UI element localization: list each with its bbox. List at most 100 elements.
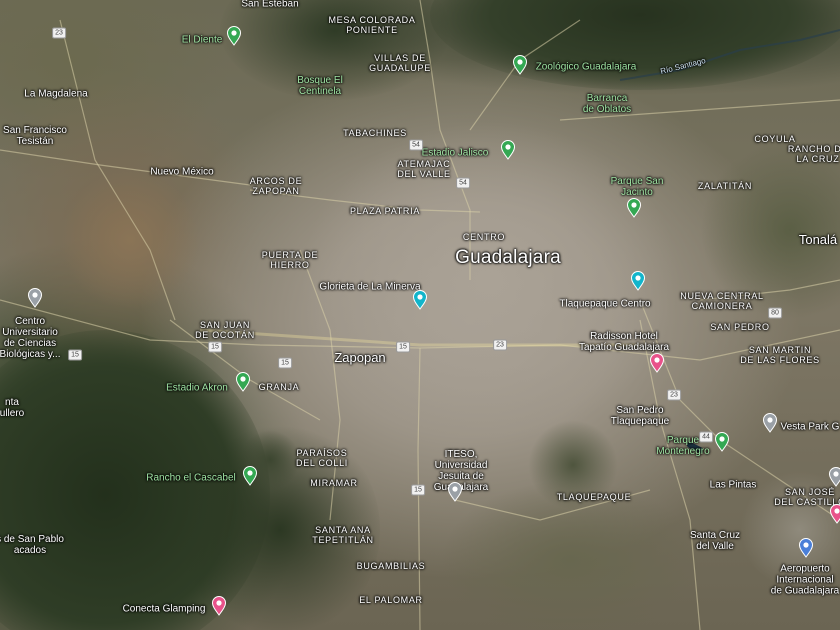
- label-line: SAN PEDRO: [710, 322, 770, 332]
- label-line: ITESO,: [444, 449, 478, 460]
- bed-icon[interactable]: [829, 504, 840, 524]
- school-icon[interactable]: [447, 482, 463, 502]
- label-centro-universitario[interactable]: Centro Universitario de Ciencias Biológicas…: [0, 316, 60, 360]
- label-line: DEL VALLE: [397, 169, 451, 179]
- label-santa-lucia[interactable]: nta ullero: [0, 397, 24, 419]
- label-estadio-jalisco[interactable]: Estadio Jalisco: [422, 148, 489, 159]
- road-number-badge: 15: [411, 484, 425, 496]
- label-line: Internacional: [776, 574, 834, 586]
- tree-icon[interactable]: [242, 466, 258, 486]
- paw-icon[interactable]: [512, 55, 528, 75]
- label-line: Estadio Akron: [166, 382, 228, 394]
- label-san-francisco-tesistan[interactable]: San Francisco Tesistán: [3, 125, 67, 147]
- label-san-pablo[interactable]: s de San Pablo acados: [0, 534, 64, 556]
- label-line: Zapopan: [334, 350, 386, 365]
- tree-icon[interactable]: [626, 198, 642, 218]
- road-number-badge: 44: [699, 431, 713, 443]
- label-line: ZALATITÁN: [697, 181, 753, 191]
- label-line: Jacinto: [621, 187, 653, 198]
- label-villas-guadalupe: VILLAS DE GUADALUPE: [369, 53, 431, 73]
- label-radisson[interactable]: Radisson Hotel Tapatío Guadalajara: [579, 331, 669, 353]
- label-line: DE OCOTÁN: [195, 330, 255, 340]
- label-line: Nuevo México: [150, 166, 214, 178]
- label-nueva-central: NUEVA CENTRAL CAMIONERA: [680, 291, 763, 311]
- label-zoologico[interactable]: Zoológico Guadalajara: [536, 62, 637, 73]
- label-rancho-cascabel[interactable]: Rancho el Cascabel: [146, 473, 236, 484]
- label-zapopan[interactable]: Zapopan: [334, 351, 385, 365]
- label-line: PONIENTE: [346, 25, 398, 35]
- label-line: BUGAMBILIAS: [356, 561, 426, 571]
- label-line: VILLAS DE: [374, 53, 426, 63]
- label-puerta-hierro: PUERTA DE HIERRO: [262, 250, 318, 270]
- label-rancho-cruz: RANCHO DELA CRUZ: [788, 144, 840, 164]
- label-arcos-zapopan: ARCOS DE ZAPOPAN: [250, 176, 303, 196]
- label-san-pedro-tlaquepaque[interactable]: San Pedro Tlaquepaque: [611, 405, 669, 427]
- stadium-icon[interactable]: [500, 140, 516, 160]
- bed-icon[interactable]: [649, 353, 665, 373]
- label-line: Centinela: [298, 86, 342, 97]
- label-tlaquepaque-centro[interactable]: Tlaquepaque Centro: [559, 299, 650, 310]
- label-las-pintas[interactable]: Las Pintas: [710, 480, 757, 491]
- road-number-badge: 80: [768, 307, 782, 319]
- label-line: de Ciencias: [3, 338, 57, 349]
- label-tonala[interactable]: Tonalá: [799, 233, 837, 247]
- label-centro: CENTRO: [463, 232, 505, 242]
- label-line: MIRAMAR: [310, 478, 358, 488]
- label-estadio-akron[interactable]: Estadio Akron: [166, 383, 228, 394]
- city-label-guadalajara[interactable]: Guadalajara: [455, 248, 561, 268]
- label-aeropuerto[interactable]: Aeropuerto Internacional de Guadalajara: [771, 564, 839, 597]
- monument-icon[interactable]: [412, 290, 428, 310]
- label-line: Biológicas y...: [0, 349, 61, 360]
- label-el-diente[interactable]: El Diente: [182, 35, 223, 46]
- label-santa-cruz-valle[interactable]: Santa Cruz del Valle: [690, 530, 740, 552]
- label-line: Tapatío Guadalajara: [578, 342, 670, 353]
- label-nuevo-mexico[interactable]: Nuevo México: [150, 167, 213, 178]
- label-line: San Esteban: [241, 0, 299, 10]
- school-icon[interactable]: [27, 288, 43, 308]
- label-conecta-glamping[interactable]: Conecta Glamping: [123, 604, 206, 615]
- label-barranca-oblatos[interactable]: Barranca de Oblatos: [583, 93, 631, 115]
- label-san-esteban[interactable]: San Esteban: [241, 0, 298, 10]
- label-line: Universitario: [2, 327, 58, 338]
- label-san-pedro: SAN PEDRO: [710, 322, 769, 332]
- label-line: Tlaquepaque: [610, 416, 670, 427]
- label-tabachines: TABACHINES: [343, 128, 407, 138]
- label-granja: GRANJA: [259, 382, 300, 392]
- label-line: Las Pintas: [709, 479, 757, 491]
- label-line: Rancho el Cascabel: [146, 472, 236, 484]
- tree-icon[interactable]: [226, 26, 242, 46]
- label-line: Montenegro: [656, 446, 710, 457]
- label-line: Vesta Park G: [780, 421, 840, 433]
- generic-icon[interactable]: [762, 413, 778, 433]
- label-line: PLAZA PATRIA: [349, 206, 421, 216]
- label-line: ATEMAJAC: [397, 159, 451, 169]
- label-line: s de San Pablo: [0, 534, 64, 545]
- road-number-badge: 54: [409, 139, 423, 151]
- bed-icon[interactable]: [211, 596, 227, 616]
- label-line: DEL COLLI: [296, 458, 348, 468]
- stadium-icon[interactable]: [235, 372, 251, 392]
- generic-icon[interactable]: [828, 467, 840, 487]
- airplane-icon[interactable]: [798, 538, 814, 558]
- label-line: Santa Cruz: [689, 530, 741, 541]
- road-number-badge: 23: [52, 27, 66, 39]
- camera-icon[interactable]: [630, 271, 646, 291]
- label-bosque-centinela[interactable]: Bosque El Centinela: [297, 75, 343, 97]
- label-line: acados: [13, 545, 47, 556]
- label-line: TEPETITLÁN: [312, 535, 374, 545]
- tree-icon[interactable]: [714, 432, 730, 452]
- label-parque-san-jacinto[interactable]: Parque San Jacinto: [611, 176, 664, 198]
- road-number-badge: 23: [667, 389, 681, 401]
- label-el-palomar: EL PALOMAR: [359, 595, 423, 605]
- label-line: ZAPOPAN: [252, 186, 300, 196]
- label-line: PARAÍSOS: [296, 448, 348, 458]
- label-line: nta: [5, 397, 19, 408]
- label-vesta-park[interactable]: Vesta Park G: [781, 422, 840, 433]
- label-line: PUERTA DE: [261, 250, 319, 260]
- satellite-map[interactable]: San Esteban El Diente MESA COLORADA PONIENT…: [0, 0, 840, 630]
- label-line: Conecta Glamping: [122, 603, 206, 615]
- label-line: Zoológico Guadalajara: [535, 61, 637, 73]
- label-glorieta-minerva[interactable]: Glorieta de La Minerva: [319, 282, 420, 293]
- label-line: Bosque El: [297, 75, 343, 86]
- label-la-magdalena[interactable]: La Magdalena: [24, 89, 87, 100]
